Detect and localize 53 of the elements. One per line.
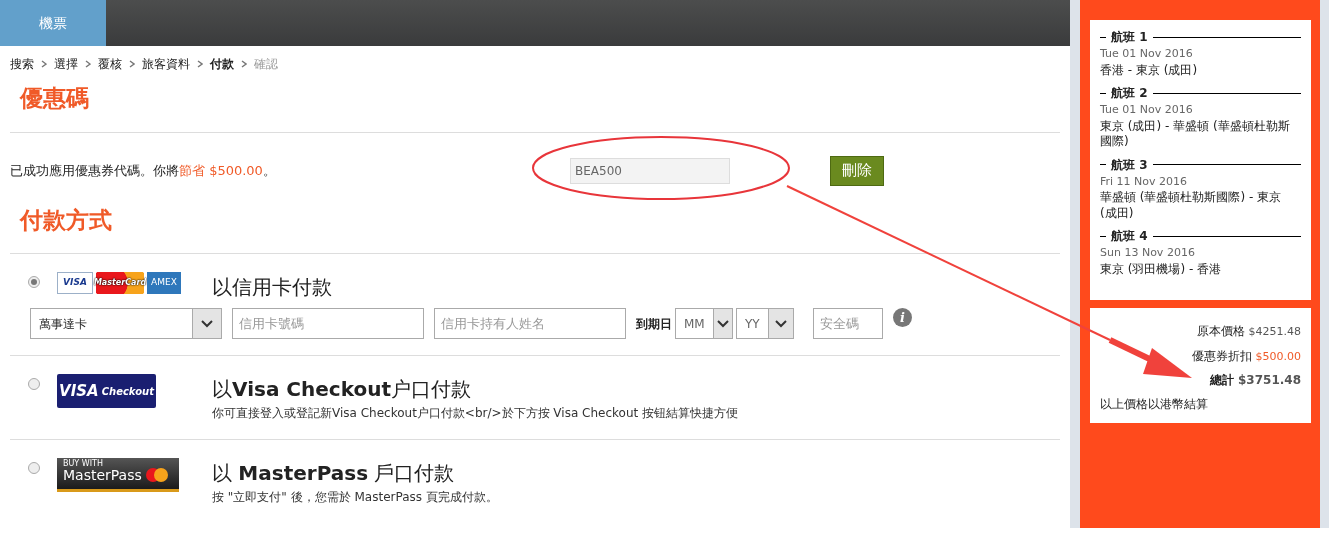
info-icon[interactable]: i [893,308,912,327]
radio-button[interactable] [28,378,40,390]
section-heading: 付款方式 [20,204,113,235]
chevron-down-icon [716,319,729,328]
flight-label: 航班 2 [1111,85,1148,103]
option-title: 以 MasterPass 戶口付款 [212,460,456,488]
price-value: $500.00 [1255,349,1301,363]
dropdown[interactable]: 萬事達卡 [30,308,222,339]
flight-route: 東京 (羽田機場) - 香港 [1100,261,1223,278]
flight-label: 航班 1 [1111,29,1148,46]
breadcrumb-step: 確認 [254,55,278,73]
flight-date: Tue 01 Nov 2016 [1100,46,1194,62]
flight-date: Fri 11 Nov 2016 [1100,173,1189,190]
option-description: 按 "立即支付" 後，您需於 MasterPass 頁完成付款。 [212,489,499,507]
visa-logo: VISA [57,272,93,294]
visa-checkout-logo: VISA Checkout [57,374,156,408]
dropdown[interactable]: MM [675,308,733,339]
breadcrumb-step[interactable]: 旅客資料 [142,55,190,73]
option-title: 以信用卡付款 [212,274,332,301]
amex-logo: AMEX [147,272,181,294]
flight-label: 航班 3 [1111,156,1148,174]
breadcrumb-step[interactable]: 搜索 [10,55,34,73]
flight-route: 香港 - 東京 (成田) [1100,62,1199,79]
radio-button[interactable] [28,462,40,475]
section-heading: 優惠碼 [20,83,90,113]
breadcrumb-step[interactable]: 覆核 [98,55,122,73]
remove-button[interactable]: 刪除 [830,155,884,186]
breadcrumb-step[interactable]: 選擇 [54,55,78,73]
chevron-down-icon [201,319,213,328]
price-value: $4251.48 [1248,325,1301,338]
breadcrumb-step: 付款 [210,55,234,73]
masterpass-logo: BUY WITH MasterPass [57,458,179,493]
flight-route: 華盛頓 (華盛頓杜勒斯國際) - 東京 (成田) [1100,190,1283,222]
input-field[interactable]: 信用卡持有人姓名 [434,308,626,339]
currency-note: 以上價格以港幣結算 [1100,396,1209,413]
promo-code-field[interactable]: BEA500 [570,157,730,184]
price-value: $3751.48 [1238,373,1301,387]
option-title: 以Visa Checkout户口付款 [212,376,472,403]
input-field[interactable]: 信用卡號碼 [232,308,424,339]
price-label: 優惠券折扣 [1191,348,1252,363]
radio-button[interactable] [28,276,40,288]
promo-message: 已成功應用優惠券代碼。你將節省 $500.00。 [10,161,277,180]
price-label: 原本價格 [1196,324,1245,338]
expiry-label: 到期日 [636,315,672,333]
chevron-down-icon [774,319,787,328]
flight-route: 東京 (成田) - 華盛頓 (華盛頓杜勒斯國際) [1100,118,1291,150]
flight-label: 航班 4 [1111,228,1148,246]
flight-date: Sun 13 Nov 2016 [1100,245,1196,262]
flight-date: Tue 01 Nov 2016 [1100,102,1194,119]
option-description: 你可直接登入或登記新Visa Checkout户口付款<br/>於下方按 Visa Checkout 按钮結算快捷方便 [212,405,739,422]
dropdown[interactable]: YY [736,308,794,339]
price-label: 總計 [1210,373,1235,387]
input-field[interactable]: 安全碼 [813,308,883,339]
